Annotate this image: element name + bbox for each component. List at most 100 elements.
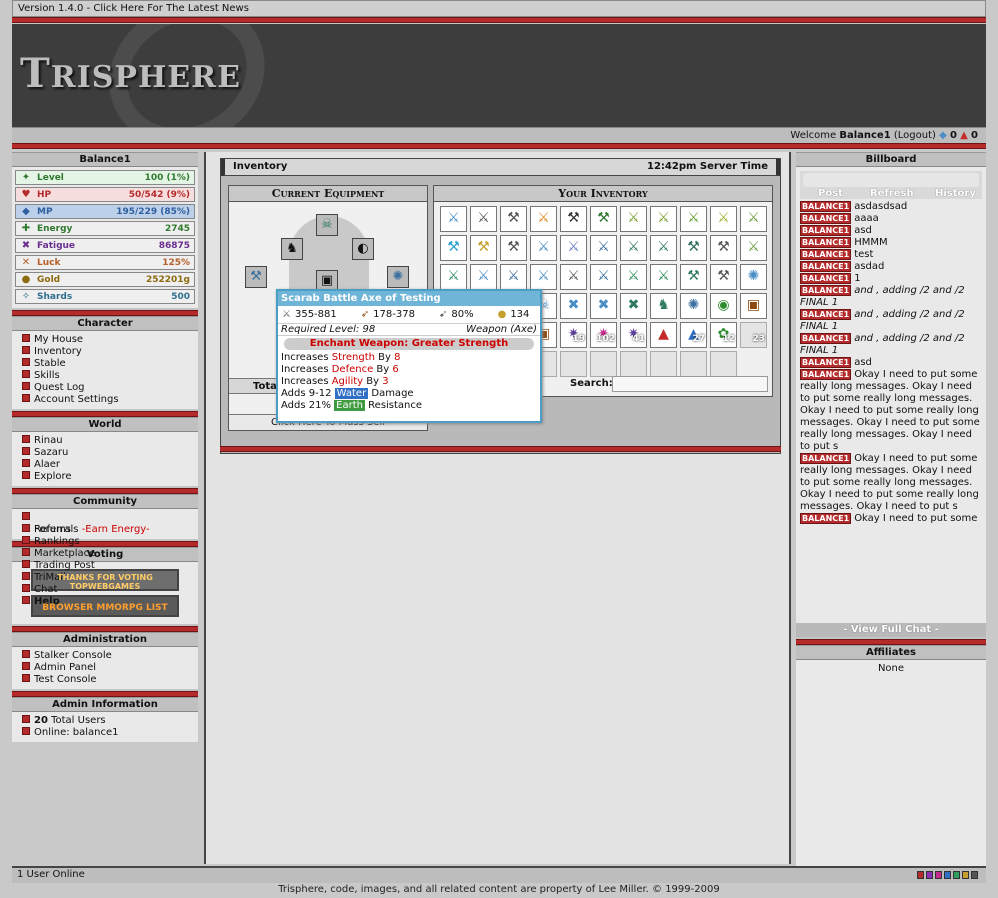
- post-button[interactable]: Post: [818, 188, 843, 199]
- inventory-item[interactable]: ▣: [740, 293, 767, 319]
- message-author[interactable]: BALANCE1: [800, 249, 852, 260]
- message-author[interactable]: BALANCE1: [800, 237, 852, 248]
- message-author[interactable]: BALANCE1: [800, 201, 852, 212]
- menu-item-test-console[interactable]: Test Console: [22, 674, 198, 686]
- inventory-item[interactable]: ⚒: [470, 235, 497, 261]
- inventory-item[interactable]: ✷ 19: [560, 322, 587, 348]
- inventory-item[interactable]: ⚔: [530, 264, 557, 290]
- inventory-item[interactable]: ⚔: [620, 264, 647, 290]
- theme-swatch[interactable]: [926, 871, 933, 879]
- inventory-item[interactable]: ⚔: [650, 206, 677, 232]
- inventory-item[interactable]: ⚒: [710, 264, 737, 290]
- menu-item-rinau[interactable]: Rinau: [22, 435, 198, 447]
- message-author[interactable]: BALANCE1: [800, 225, 852, 236]
- inventory-item[interactable]: ⚔: [650, 235, 677, 261]
- inventory-item[interactable]: ⚒: [500, 235, 527, 261]
- search-input[interactable]: [612, 376, 768, 392]
- inventory-item[interactable]: ▲ 27: [680, 322, 707, 348]
- menu-item-alaer[interactable]: Alaer: [22, 459, 198, 471]
- inventory-item[interactable]: ♞: [650, 293, 677, 319]
- news-bar[interactable]: Version 1.4.0 - Click Here For The Lates…: [12, 0, 986, 17]
- menu-item-stalker-console[interactable]: Stalker Console: [22, 650, 198, 662]
- menu-item-sazaru[interactable]: Sazaru: [22, 447, 198, 459]
- theme-swatch[interactable]: [944, 871, 951, 879]
- inventory-item[interactable]: ✷ 102: [590, 322, 617, 348]
- inventory-item[interactable]: ⚔: [500, 264, 527, 290]
- message-author[interactable]: BALANCE1: [800, 513, 852, 524]
- inventory-item[interactable]: ✖: [620, 293, 647, 319]
- mmorpg-list-vote-button[interactable]: BROWSER MMORPG LIST: [31, 595, 179, 617]
- inventory-item[interactable]: ⚔: [470, 264, 497, 290]
- message-author[interactable]: BALANCE1: [800, 333, 852, 344]
- inventory-item[interactable]: ⚒: [680, 264, 707, 290]
- inventory-item[interactable]: ⚔: [740, 206, 767, 232]
- inventory-item[interactable]: ⚒: [590, 206, 617, 232]
- inventory-item[interactable]: ⚔: [650, 264, 677, 290]
- inventory-item[interactable]: ⚒: [440, 235, 467, 261]
- message-author[interactable]: BALANCE1: [800, 273, 852, 284]
- inventory-item[interactable]: ⚔: [440, 264, 467, 290]
- menu-item-account-settings[interactable]: Account Settings: [22, 394, 198, 406]
- inventory-slot-empty[interactable]: [710, 351, 737, 377]
- inventory-item[interactable]: ⚔: [740, 235, 767, 261]
- inventory-item[interactable]: ⚔: [530, 235, 557, 261]
- message-author[interactable]: BALANCE1: [800, 453, 852, 464]
- menu-item-my-house[interactable]: My House: [22, 334, 198, 346]
- message-author[interactable]: BALANCE1: [800, 369, 852, 380]
- inventory-item[interactable]: ⚔: [620, 206, 647, 232]
- inventory-item[interactable]: ⚔: [470, 206, 497, 232]
- message-author[interactable]: BALANCE1: [800, 261, 852, 272]
- inventory-slot-empty[interactable]: [560, 351, 587, 377]
- inventory-item[interactable]: ✖: [560, 293, 587, 319]
- inventory-item[interactable]: ⚒: [710, 235, 737, 261]
- theme-swatch[interactable]: [935, 871, 942, 879]
- menu-item-inventory[interactable]: Inventory: [22, 346, 198, 358]
- inventory-item[interactable]: ⚔: [620, 235, 647, 261]
- inventory-slot-empty[interactable]: [590, 351, 617, 377]
- inventory-item[interactable]: ✖: [590, 293, 617, 319]
- menu-item-skills[interactable]: Skills: [22, 370, 198, 382]
- weapon-slot[interactable]: ⚒: [245, 266, 267, 288]
- inventory-item[interactable]: ⚒: [500, 206, 527, 232]
- message-author[interactable]: BALANCE1: [800, 285, 852, 296]
- menu-item-referrals[interactable]: Referrals -Earn Energy-: [22, 524, 198, 536]
- inventory-item[interactable]: ⚔: [440, 206, 467, 232]
- theme-swatch[interactable]: [962, 871, 969, 879]
- menu-item-admin-panel[interactable]: Admin Panel: [22, 662, 198, 674]
- theme-swatch[interactable]: [917, 871, 924, 879]
- inventory-item[interactable]: ⚔: [680, 206, 707, 232]
- inventory-item[interactable]: ✷ 41: [620, 322, 647, 348]
- menu-item-explore[interactable]: Explore: [22, 471, 198, 483]
- inventory-item[interactable]: ⚔: [560, 264, 587, 290]
- inventory-item[interactable]: ⚔: [710, 206, 737, 232]
- message-author[interactable]: BALANCE1: [800, 213, 852, 224]
- billboard-message-input[interactable]: [803, 173, 979, 187]
- history-button[interactable]: History: [935, 188, 976, 199]
- message-author[interactable]: BALANCE1: [800, 357, 852, 368]
- theme-swatch[interactable]: [953, 871, 960, 879]
- theme-swatch[interactable]: [971, 871, 978, 879]
- ring-slot[interactable]: ◐: [352, 238, 374, 260]
- inventory-slot-empty[interactable]: [620, 351, 647, 377]
- menu-item-stable[interactable]: Stable: [22, 358, 198, 370]
- inventory-item[interactable]: ⚒: [680, 235, 707, 261]
- view-full-chat-link[interactable]: - View Full Chat -: [796, 623, 986, 637]
- message-author[interactable]: BALANCE1: [800, 309, 852, 320]
- inventory-item[interactable]: ⚔: [590, 235, 617, 261]
- menu-item-quest-log[interactable]: Quest Log: [22, 382, 198, 394]
- inventory-item[interactable]: ⚔: [590, 264, 617, 290]
- inventory-slot-empty[interactable]: 23: [740, 322, 767, 348]
- inventory-item[interactable]: ◉: [710, 293, 737, 319]
- refresh-button[interactable]: Refresh: [870, 188, 914, 199]
- inventory-item[interactable]: ⚔: [560, 235, 587, 261]
- inventory-item[interactable]: ⚒: [560, 206, 587, 232]
- inventory-slot-empty[interactable]: [680, 351, 707, 377]
- inventory-item[interactable]: ✺: [740, 264, 767, 290]
- logo[interactable]: TRISPHERE: [20, 50, 241, 97]
- inventory-item[interactable]: ✺: [680, 293, 707, 319]
- inventory-item[interactable]: ✿ 12: [710, 322, 737, 348]
- helmet-slot[interactable]: ☠: [316, 214, 338, 236]
- amulet-slot[interactable]: ♞: [281, 238, 303, 260]
- inventory-item[interactable]: ⚔: [530, 206, 557, 232]
- news-link[interactable]: Version 1.4.0 - Click Here For The Lates…: [18, 3, 249, 14]
